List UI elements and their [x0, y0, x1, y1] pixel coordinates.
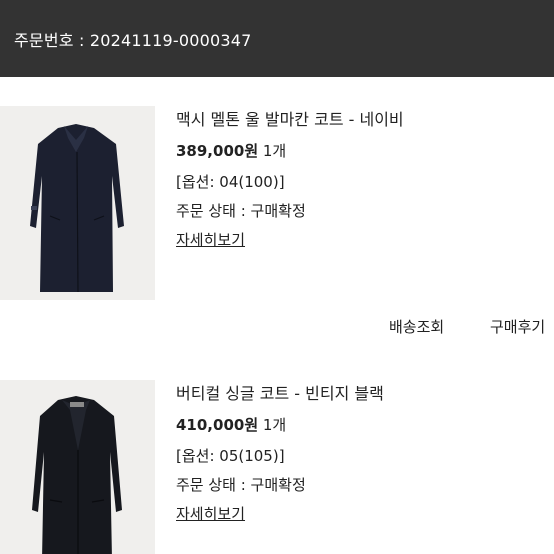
- order-number: 주문번호 : 20241119-0000347: [14, 30, 252, 50]
- order-status: 주문 상태 : 구매확정: [176, 202, 306, 220]
- view-details-link[interactable]: 자세히보기: [176, 229, 245, 250]
- product-price: 389,000원 1개: [176, 140, 286, 161]
- order-item: 맥시 멜톤 울 발마칸 코트 - 네이비 389,000원 1개 [옵션: 04…: [0, 106, 554, 300]
- view-details-link[interactable]: 자세히보기: [176, 503, 245, 524]
- product-image-black-coat[interactable]: [0, 380, 155, 554]
- navy-coat-image: [30, 124, 124, 293]
- product-option: [옵션: 05(105)]: [176, 447, 285, 465]
- quantity: 1개: [258, 142, 287, 160]
- price-value: 389,000원: [176, 142, 259, 160]
- price-value: 410,000원: [176, 416, 259, 434]
- order-status: 주문 상태 : 구매확정: [176, 476, 306, 494]
- product-title[interactable]: 버티컬 싱글 코트 - 빈티지 블랙: [176, 380, 384, 404]
- order-header: 주문번호 : 20241119-0000347: [0, 0, 554, 77]
- order-actions: 배송조회 구매후기: [0, 316, 554, 338]
- write-review-button[interactable]: 구매후기: [490, 316, 545, 337]
- product-title[interactable]: 맥시 멜톤 울 발마칸 코트 - 네이비: [176, 106, 404, 130]
- product-image-navy-coat[interactable]: [0, 106, 155, 300]
- order-item: 버티컬 싱글 코트 - 빈티지 블랙 410,000원 1개 [옵션: 05(1…: [0, 380, 554, 554]
- black-coat-image: [32, 396, 122, 554]
- quantity: 1개: [258, 416, 287, 434]
- track-delivery-button[interactable]: 배송조회: [389, 316, 444, 337]
- product-option: [옵션: 04(100)]: [176, 173, 285, 191]
- product-price: 410,000원 1개: [176, 414, 286, 435]
